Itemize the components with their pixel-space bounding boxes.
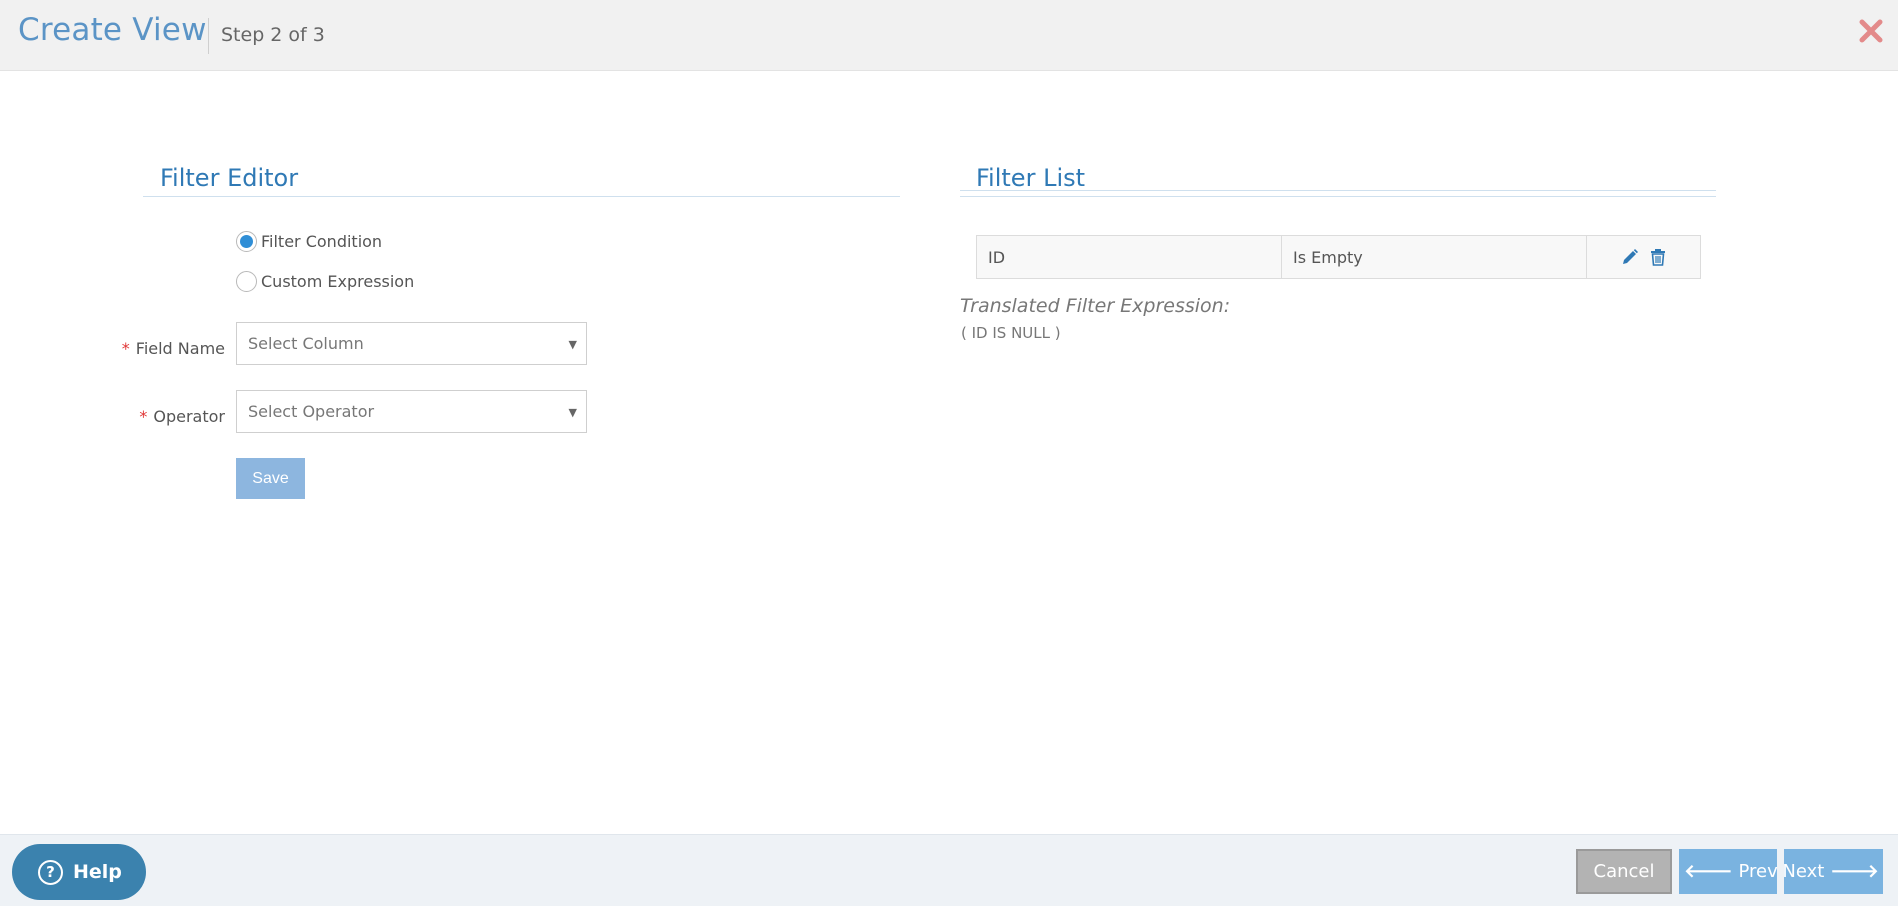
filter-list-divider [960,196,1716,197]
close-icon[interactable] [1854,14,1888,48]
arrow-right-icon: 🡒 [1830,861,1879,882]
radio-button-unselected[interactable] [236,271,257,292]
filter-editor-divider [143,196,900,197]
step-indicator: Step 2 of 3 [221,24,325,46]
trash-icon[interactable] [1649,248,1667,266]
filter-list-title: Filter List [976,164,1086,192]
save-button[interactable]: Save [236,458,305,499]
dialog-footer: ? Help Cancel 🡐 Prev Next 🡒 [0,834,1898,906]
translated-expression-value: ( ID IS NULL ) [961,324,1061,342]
question-icon: ? [38,859,63,885]
pencil-icon[interactable] [1621,248,1639,266]
radio-label: Filter Condition [261,232,383,251]
cancel-button[interactable]: Cancel [1576,849,1672,894]
operator-select[interactable]: Select Operator ▼ [236,390,587,433]
field-name-select[interactable]: Select Column ▼ [236,322,587,365]
header-divider [208,18,209,54]
radio-custom-expression[interactable]: Custom Expression [236,271,414,292]
filter-actions-cell [1587,236,1700,278]
field-name-label: * Field Name [121,339,225,358]
dialog-title: Create View [18,12,207,48]
arrow-left-icon: 🡐 [1684,861,1733,882]
radio-label: Custom Expression [261,272,415,291]
radio-filter-condition[interactable]: Filter Condition [236,231,382,252]
dialog-header: Create View Step 2 of 3 [0,0,1898,71]
chevron-down-icon: ▼ [568,338,577,351]
filter-operator-cell: Is Empty [1282,236,1587,278]
table-row: ID Is Empty [976,235,1701,279]
next-button[interactable]: Next 🡒 [1782,849,1883,894]
operator-label: * Operator [139,407,225,426]
filter-field-cell: ID [977,236,1282,278]
translated-expression-label: Translated Filter Expression: [960,295,1231,317]
filter-editor-title: Filter Editor [160,164,299,192]
chevron-down-icon: ▼ [568,406,577,419]
filter-list-divider-top [960,190,1716,191]
help-button[interactable]: ? Help [12,844,146,900]
radio-button-selected[interactable] [236,231,257,252]
prev-button[interactable]: 🡐 Prev [1679,849,1778,894]
